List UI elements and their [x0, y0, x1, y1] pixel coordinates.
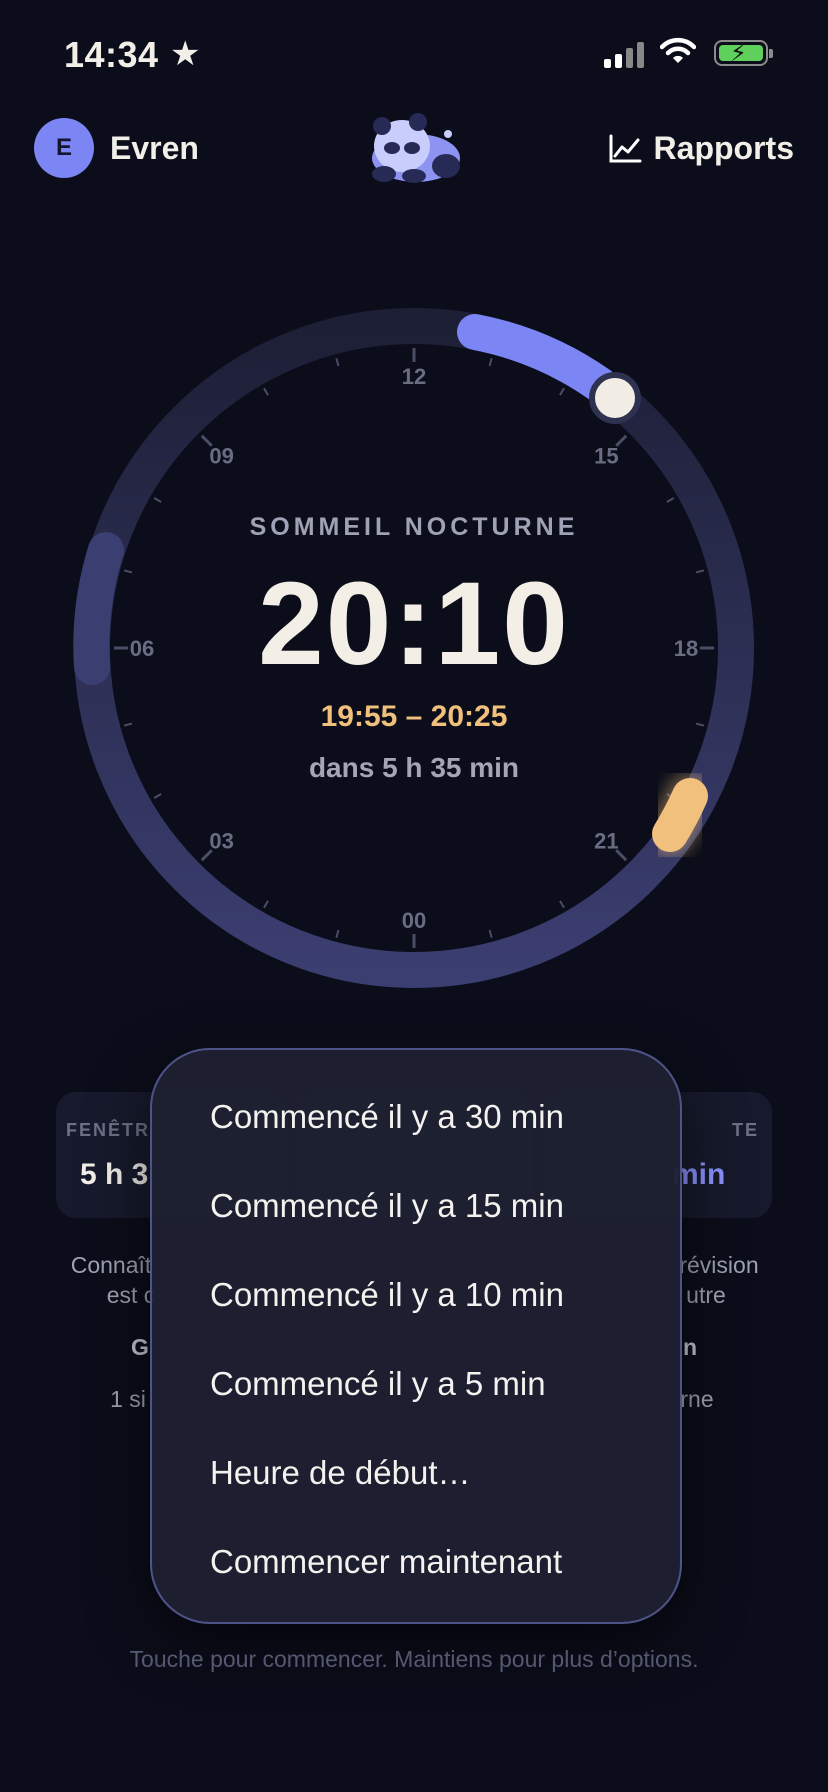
hint-text: Touche pour commencer. Maintiens pour pl…	[129, 1646, 699, 1672]
start-options-menu: Commencé il y a 30 min Commencé il y a 1…	[150, 1048, 682, 1624]
window-card-value: 5 h 3	[80, 1158, 149, 1191]
info-left-line3: 1 si	[110, 1386, 146, 1412]
menu-item-started-10-min[interactable]: Commencé il y a 10 min	[210, 1276, 564, 1314]
dial-tick	[666, 497, 675, 503]
dial-tick	[335, 357, 340, 367]
status-bar: 14:34 ★ ⚡	[0, 0, 828, 110]
user-name[interactable]: Evren	[110, 130, 199, 167]
dial-hour-label: 09	[209, 444, 233, 469]
info-right-bold: n	[682, 1334, 698, 1360]
target-time: 20:10	[258, 558, 570, 690]
dial-tick	[153, 497, 162, 503]
dial-tick	[559, 387, 565, 396]
reports-label: Rapports	[653, 130, 794, 166]
menu-item-started-5-min[interactable]: Commencé il y a 5 min	[210, 1365, 546, 1403]
window-card-label: FENÊTR	[66, 1120, 150, 1140]
menu-item-start-now[interactable]: Commencer maintenant	[210, 1543, 562, 1581]
menu-item-started-30-min[interactable]: Commencé il y a 30 min	[210, 1098, 564, 1136]
top-header: E Evren Rapports	[0, 110, 828, 190]
dial-tick	[153, 793, 162, 799]
dial-handle[interactable]	[589, 372, 641, 424]
menu-item-started-15-min[interactable]: Commencé il y a 15 min	[210, 1187, 564, 1225]
info-right-line2: utre	[686, 1282, 726, 1308]
reports-button[interactable]: Rapports	[608, 130, 794, 167]
time-range: 19:55 – 20:25	[320, 700, 508, 733]
dial-hour-label: 03	[209, 828, 233, 853]
dial-tick	[335, 929, 340, 939]
countdown-text: dans 5 h 35 min	[308, 752, 520, 783]
star-icon: ★	[170, 35, 201, 73]
dial-hour-label: 00	[402, 908, 426, 933]
dial-tick	[559, 900, 565, 909]
avatar[interactable]: E	[34, 118, 94, 178]
cellular-signal-icon	[604, 40, 644, 68]
dial-tick	[488, 357, 493, 367]
dial-tick	[263, 900, 269, 909]
info-left-bold: G	[131, 1334, 149, 1360]
menu-item-start-time[interactable]: Heure de début…	[210, 1454, 471, 1492]
battery-charging-icon: ⚡	[714, 40, 773, 67]
sleep-type-label: SOMMEIL NOCTURNE	[249, 513, 579, 541]
dial-active-arc	[457, 314, 618, 403]
sleep-window-marker[interactable]	[652, 778, 708, 852]
chart-line-icon	[609, 134, 642, 162]
dial-tick	[488, 929, 493, 939]
wifi-icon	[660, 37, 696, 63]
dial-hour-label: 21	[594, 828, 618, 853]
dial-tick	[263, 387, 269, 396]
dial-hour-label: 12	[402, 364, 426, 389]
dial-hour-label: 15	[594, 444, 618, 469]
sleeping-panda-icon	[372, 113, 460, 183]
right-card-label: TE	[732, 1120, 760, 1140]
status-time: 14:34	[64, 34, 159, 75]
